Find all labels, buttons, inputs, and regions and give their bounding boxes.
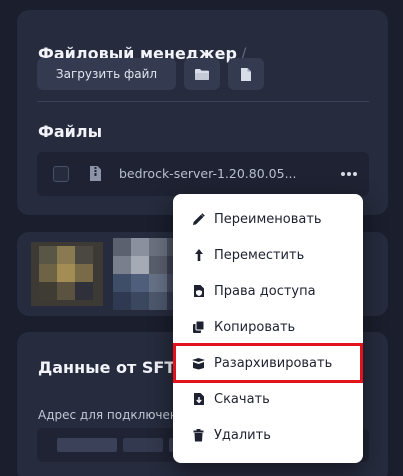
box-open-icon bbox=[191, 357, 206, 370]
pencil-icon bbox=[191, 212, 206, 226]
archive-file-icon bbox=[90, 166, 101, 181]
file-actions-button[interactable] bbox=[337, 162, 361, 186]
menu-item-label: Переименовать bbox=[214, 211, 322, 227]
redacted-block bbox=[57, 438, 117, 452]
menu-item-label: Копировать bbox=[214, 319, 296, 335]
menu-item-delete[interactable]: Удалить bbox=[173, 418, 363, 452]
file-shield-icon bbox=[191, 284, 206, 298]
menu-item-rename[interactable]: Переименовать bbox=[173, 202, 363, 236]
file-manager-card: Файловый менеджер/ Загрузить файл Файлы bbox=[17, 10, 388, 215]
menu-item-copy[interactable]: Копировать bbox=[173, 310, 363, 344]
new-file-button[interactable] bbox=[228, 58, 264, 90]
sftp-title: Данные от SFTP bbox=[38, 358, 187, 377]
download-icon bbox=[191, 392, 206, 406]
file-context-menu: Переименовать Переместить Права доступа … bbox=[173, 194, 363, 463]
menu-item-label: Переместить bbox=[214, 247, 305, 263]
more-dot bbox=[341, 172, 345, 176]
upload-file-button[interactable]: Загрузить файл bbox=[37, 58, 176, 90]
new-folder-button[interactable] bbox=[184, 58, 220, 90]
more-dot bbox=[347, 172, 351, 176]
redacted-block bbox=[123, 438, 163, 452]
file-name[interactable]: bedrock-server-1.20.80.05... bbox=[119, 166, 311, 181]
menu-item-label: Удалить bbox=[214, 427, 271, 443]
menu-item-label: Скачать bbox=[214, 391, 270, 407]
menu-item-extract[interactable]: Разархивировать bbox=[173, 343, 363, 383]
trash-icon bbox=[191, 428, 206, 442]
menu-item-move[interactable]: Переместить bbox=[173, 238, 363, 272]
sftp-address-label: Адрес для подключения bbox=[38, 408, 193, 422]
arrow-up-icon bbox=[191, 248, 206, 262]
file-icon bbox=[241, 67, 251, 81]
divider bbox=[37, 101, 369, 102]
copy-icon bbox=[191, 320, 206, 334]
more-dot bbox=[353, 172, 357, 176]
files-heading: Файлы bbox=[38, 122, 103, 141]
menu-item-label: Права доступа bbox=[214, 283, 316, 299]
menu-item-label: Разархивировать bbox=[214, 355, 333, 371]
menu-item-permissions[interactable]: Права доступа bbox=[173, 274, 363, 308]
page: Файловый менеджер/ Загрузить файл Файлы bbox=[0, 0, 403, 476]
menu-item-download[interactable]: Скачать bbox=[173, 382, 363, 416]
file-row[interactable]: bedrock-server-1.20.80.05... bbox=[37, 152, 369, 196]
folder-icon bbox=[195, 68, 209, 80]
file-checkbox[interactable] bbox=[53, 166, 69, 182]
